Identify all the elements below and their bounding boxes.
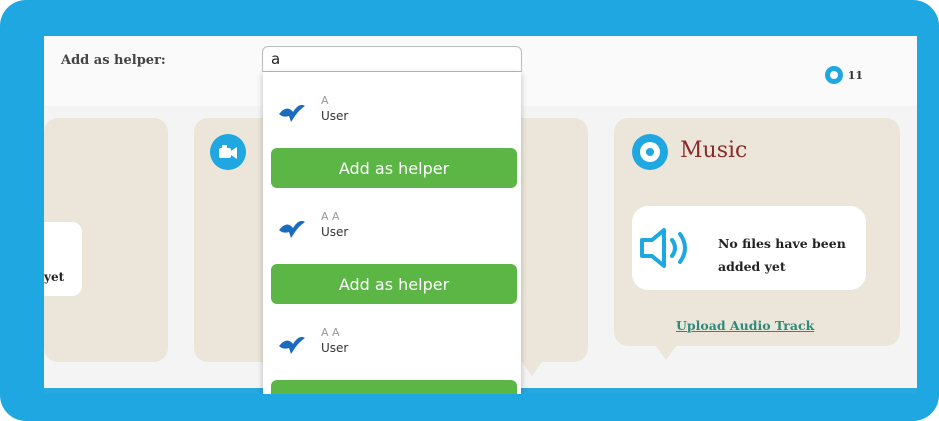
left-empty-text: yet — [44, 270, 65, 284]
add-as-helper-button[interactable]: Add as helper — [271, 148, 517, 188]
view-count: 11 — [847, 68, 863, 82]
speaker-icon — [640, 228, 687, 268]
result-role: User — [321, 341, 349, 355]
result-name: A — [321, 94, 329, 107]
add-as-helper-button[interactable]: Add as helper — [271, 264, 517, 304]
bird-avatar-icon — [279, 104, 305, 122]
upload-audio-track-link[interactable]: Upload Audio Track — [676, 318, 814, 333]
eye-icon — [824, 66, 843, 84]
music-disc-icon — [632, 134, 668, 170]
music-empty-message: No files have been added yet — [718, 236, 846, 274]
search-result-item[interactable]: A A User Add as helper — [263, 304, 521, 394]
result-name: A A — [321, 326, 340, 339]
search-result-item[interactable]: A A User Add as helper — [263, 188, 521, 304]
result-role: User — [321, 225, 349, 239]
add-as-helper-button[interactable]: Add as helper — [271, 380, 517, 394]
outer-frame: Add as helper: 11 yet Music No files hav… — [0, 0, 939, 421]
result-role: User — [321, 109, 349, 123]
video-camera-icon — [210, 134, 246, 170]
page: Add as helper: 11 yet Music No files hav… — [44, 36, 917, 394]
search-result-item[interactable]: A User Add as helper — [263, 72, 521, 188]
left-empty-box — [44, 222, 82, 296]
bird-avatar-icon — [279, 220, 305, 238]
music-card-tail — [656, 346, 676, 360]
bird-avatar-icon — [279, 336, 305, 354]
video-card-tail — [522, 362, 542, 376]
view-counter: 11 — [824, 66, 863, 84]
music-title: Music — [680, 138, 748, 163]
result-name: A A — [321, 210, 340, 223]
helper-search-results: A User Add as helper A A User Add as hel… — [263, 72, 521, 394]
add-as-helper-label: Add as helper: — [61, 53, 166, 68]
helper-search-input[interactable] — [262, 46, 522, 72]
